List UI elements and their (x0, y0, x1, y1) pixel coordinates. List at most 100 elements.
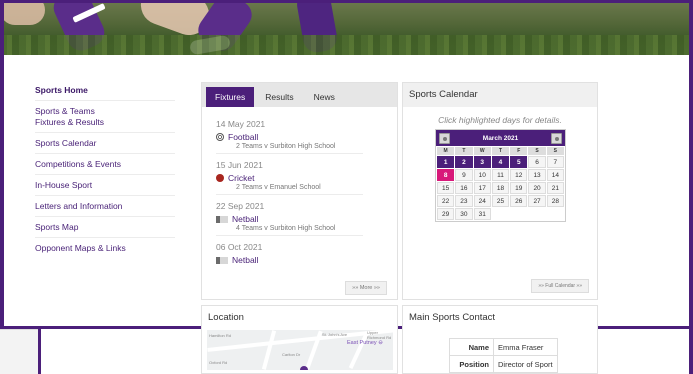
sidebar-item-competitions[interactable]: Competitions & Events (35, 154, 175, 175)
calendar-day: 28 (546, 195, 564, 207)
sports-sidebar: Sports Home Sports & Teams Fixtures & Re… (35, 80, 175, 258)
fixture-detail: 4 Teams v Surbiton High School (216, 225, 363, 236)
calendar-weekday: S (546, 147, 564, 155)
calendar-day: 14 (546, 169, 564, 181)
tab-results[interactable]: Results (256, 87, 303, 107)
calendar-day: 27 (528, 195, 546, 207)
calendar-day: 11 (491, 169, 510, 181)
map-station-label: East Putney ⊖ (347, 340, 383, 346)
more-fixtures-button[interactable]: »» More »» (345, 281, 387, 295)
fixture-detail: 2 Teams v Surbiton High School (216, 143, 363, 154)
frame-corner (0, 0, 26, 3)
tab-news[interactable]: News (304, 87, 344, 107)
calendar-day: 25 (491, 195, 510, 207)
calendar-day: 20 (528, 182, 546, 194)
fixture-date: 14 May 2021 (216, 119, 266, 129)
map-pin-icon[interactable] (300, 366, 308, 370)
calendar-day: 18 (491, 182, 510, 194)
calendar-day[interactable]: 3 (473, 156, 491, 168)
fixtures-panel: Fixtures Results News 14 May 2021 Footba… (201, 82, 398, 300)
sidebar-item-sports-map[interactable]: Sports Map (35, 217, 175, 238)
calendar-day: 31 (473, 208, 491, 220)
hero-banner (0, 0, 693, 55)
calendar-header: March 2021 (436, 130, 565, 146)
calendar-day: 8 (437, 169, 455, 181)
calendar-day[interactable]: 5 (510, 156, 528, 168)
calendar-day: 13 (528, 169, 546, 181)
contact-key: Position (449, 355, 494, 373)
calendar-day: 7 (546, 156, 564, 168)
contact-table: Name Emma Fraser Position Director of Sp… (449, 338, 558, 373)
netball-icon (216, 215, 228, 223)
calendar-weekday: T (491, 147, 510, 155)
calendar-widget: March 2021 M T W T F S S 1 2 3 4 5 6 7 8 9 10 11 12 13 14 15 1… (435, 129, 566, 222)
location-panel: Location Hamilton Rd St. John's Ave Uppe… (201, 305, 398, 374)
fixture-sport-link[interactable]: Cricket (216, 173, 383, 183)
fixture-sport-link[interactable]: Football (216, 132, 383, 142)
sidebar-item-in-house-sport[interactable]: In-House Sport (35, 175, 175, 196)
sidebar-item-sports-calendar[interactable]: Sports Calendar (35, 133, 175, 154)
sidebar-item-sports-home[interactable]: Sports Home (35, 80, 175, 101)
calendar-day: 19 (510, 182, 528, 194)
map-road (261, 330, 277, 370)
frame-top (0, 0, 693, 3)
calendar-title: Sports Calendar (403, 83, 597, 107)
fixtures-tabs: Fixtures Results News (202, 83, 397, 107)
calendar-blank (547, 208, 564, 220)
station-name: East Putney (347, 340, 377, 346)
calendar-day[interactable]: 1 (437, 156, 455, 168)
contact-title: Main Sports Contact (403, 306, 597, 330)
calendar-blank (528, 208, 545, 220)
cricket-ball-icon (216, 174, 224, 182)
frame-corner-v (0, 0, 3, 14)
map-street-label: Upper Richmond Rd (367, 330, 392, 340)
fixture-sport-label: Football (228, 132, 259, 142)
netball-icon (216, 256, 228, 264)
calendar-day: 16 (455, 182, 473, 194)
fixtures-list: 14 May 2021 Football 2 Teams v Surbiton … (202, 107, 397, 271)
map-street-label: Hamilton Rd (209, 333, 232, 338)
calendar-weekday: F (510, 147, 528, 155)
contact-panel: Main Sports Contact Name Emma Fraser Pos… (402, 305, 598, 374)
calendar-day[interactable]: 2 (455, 156, 473, 168)
calendar-grid: M T W T F S S 1 2 3 4 5 6 7 8 9 10 11 12 13 14 15 16 17 18 19 20 21… (436, 146, 565, 221)
calendar-day: 12 (510, 169, 528, 181)
map-street-label: St. John's Ave (322, 332, 348, 337)
map-street-label: Carlton Dr (282, 352, 301, 357)
calendar-weekday: W (473, 147, 491, 155)
sidebar-item-sports-teams[interactable]: Sports & Teams Fixtures & Results (35, 101, 175, 133)
calendar-month: March 2021 (482, 134, 519, 142)
tab-fixtures[interactable]: Fixtures (206, 87, 255, 107)
fixture-date: 15 Jun 2021 (216, 160, 263, 170)
football-icon (216, 133, 224, 141)
fixture-date: 22 Sep 2021 (216, 201, 265, 211)
calendar-day[interactable]: 4 (491, 156, 510, 168)
fixture-sport-link[interactable]: Netball (216, 255, 383, 265)
sidebar-item-letters[interactable]: Letters and Information (35, 196, 175, 217)
fixture-sport-label: Netball (232, 255, 259, 265)
calendar-day: 6 (528, 156, 546, 168)
table-row: Name Emma Fraser (449, 338, 558, 356)
calendar-weekday: M (437, 147, 455, 155)
calendar-day: 22 (437, 195, 455, 207)
fixture-detail: 2 Teams v Emanuel School (216, 184, 363, 195)
calendar-weekday: S (528, 147, 546, 155)
calendar-day: 26 (510, 195, 528, 207)
next-month-icon[interactable] (550, 132, 562, 144)
calendar-day: 29 (437, 208, 455, 220)
calendar-day: 10 (473, 169, 491, 181)
location-map[interactable]: Hamilton Rd St. John's Ave Upper Richmon… (207, 330, 393, 370)
prev-month-icon[interactable] (439, 132, 450, 144)
contact-value: Director of Sport (493, 355, 558, 373)
lower-inset (0, 329, 38, 374)
calendar-blank (510, 208, 527, 220)
calendar-day: 9 (455, 169, 473, 181)
full-calendar-button[interactable]: »» Full Calendar »» (531, 279, 589, 293)
table-row: Position Director of Sport (449, 355, 558, 373)
calendar-hint: Click highlighted days for details. (438, 115, 562, 125)
fixture-sport-link[interactable]: Netball (216, 214, 383, 224)
contact-value: Emma Fraser (493, 338, 558, 356)
calendar-blank (492, 208, 509, 220)
sidebar-item-opponent-maps[interactable]: Opponent Maps & Links (35, 238, 175, 258)
fixture-sport-label: Netball (232, 214, 259, 224)
